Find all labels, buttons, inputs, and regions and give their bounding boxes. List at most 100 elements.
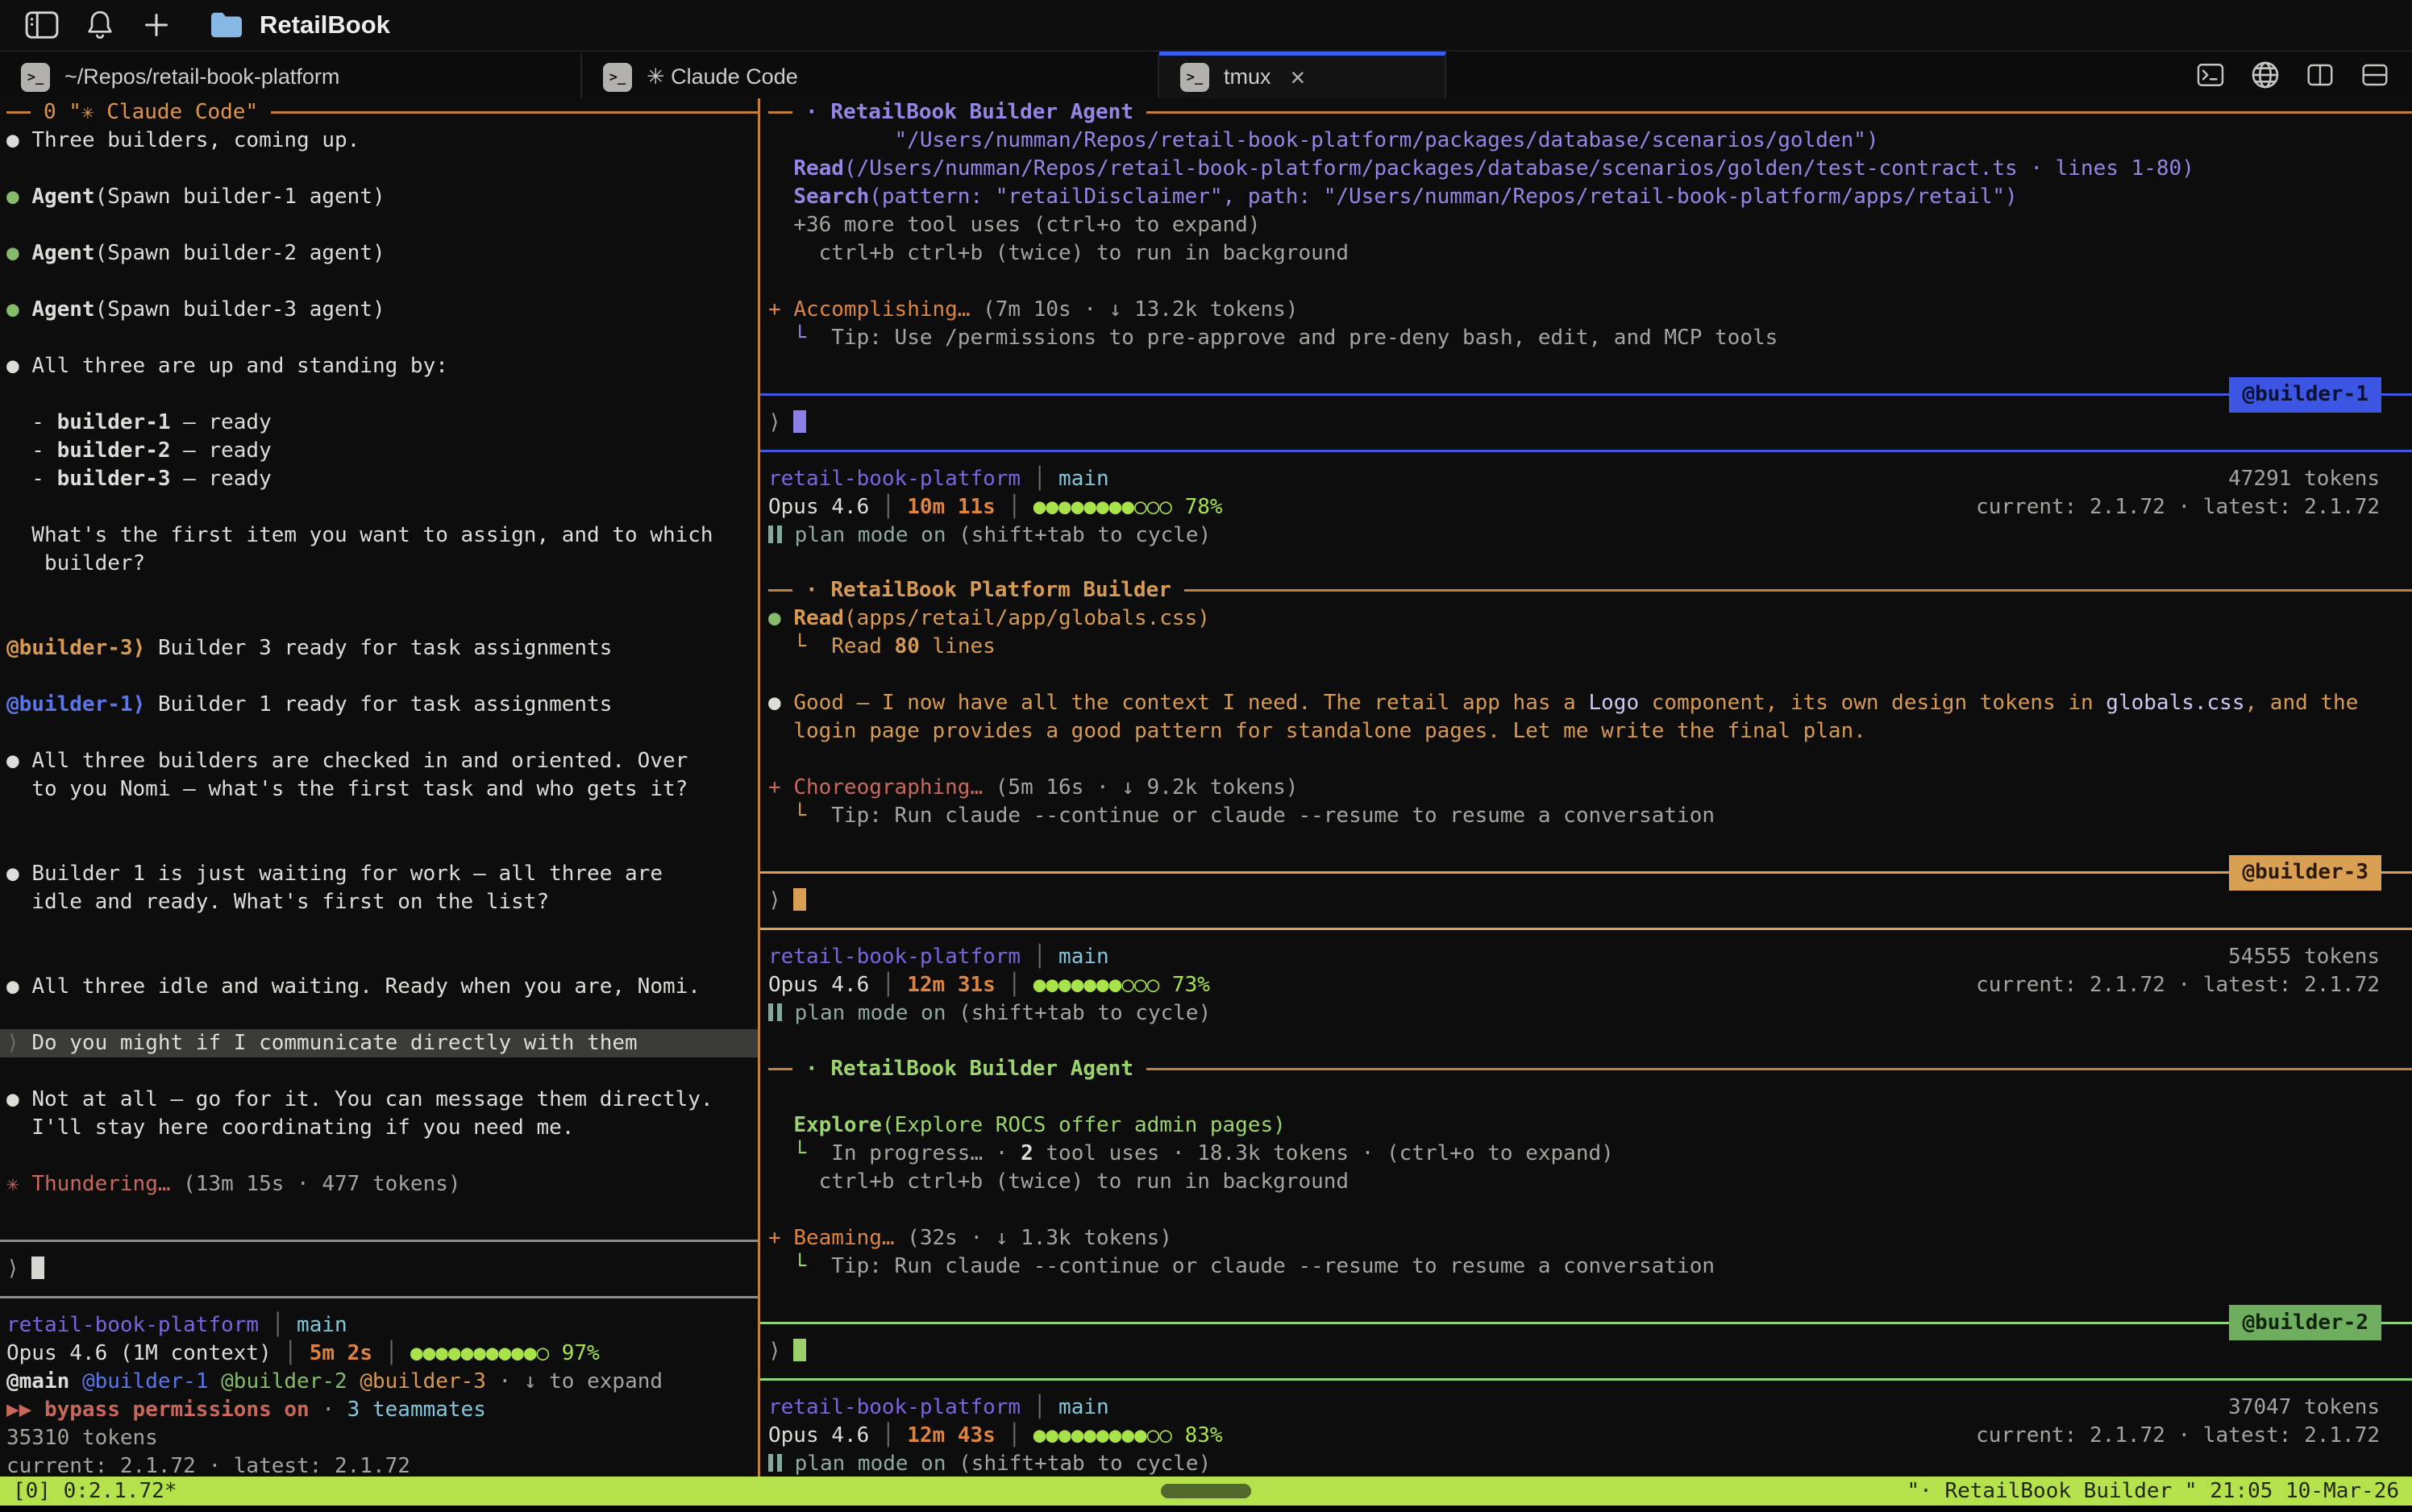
prompt-line[interactable]: ⟩ bbox=[760, 409, 2412, 437]
terminal-line: ✳ Thundering… (13m 15s · 477 tokens) bbox=[0, 1170, 758, 1198]
text-segment: · bbox=[805, 576, 830, 604]
new-terminal-button[interactable] bbox=[2194, 60, 2227, 89]
text-segment: Builder 1 is just waiting for work — all… bbox=[31, 862, 663, 886]
text-segment: ● bbox=[6, 862, 31, 886]
terminal-line: ● Not at all — go for it. You can messag… bbox=[0, 1086, 758, 1114]
text-segment: Builder 1 ready for task assignments bbox=[145, 692, 612, 717]
text-segment: + bbox=[768, 297, 793, 322]
tmux-statusbar: [0] 0:2.1.72* "· RetailBook Builder " 21… bbox=[0, 1477, 2412, 1506]
text-segment: ● bbox=[6, 241, 31, 265]
text-segment: current: 2.1.72 · latest: 2.1.72 bbox=[1976, 1423, 2380, 1448]
terminal-line: ● Builder 1 is just waiting for work — a… bbox=[0, 860, 758, 888]
text-segment: @builder-3 bbox=[6, 636, 133, 660]
blank-line bbox=[0, 1142, 758, 1170]
cursor-block bbox=[793, 888, 806, 911]
split-horizontal-button[interactable] bbox=[2359, 60, 2391, 89]
tab-claude-code[interactable]: >_ ✳ Claude Code bbox=[582, 52, 1159, 98]
status-line: Opus 4.6 │ 10m 11s │ ●●●●●●●●○○○ 78%curr… bbox=[760, 493, 2412, 521]
text-segment: (shift+tab to cycle) bbox=[946, 1001, 1212, 1025]
notifications-button[interactable] bbox=[84, 8, 116, 42]
web-browser-button[interactable] bbox=[2249, 59, 2281, 91]
text-segment: I'll stay here coordinating if you need … bbox=[6, 1115, 574, 1140]
screen-edge bbox=[0, 1506, 2412, 1512]
builder-badge: @builder-1 bbox=[2229, 377, 2381, 413]
tab-repo-shell[interactable]: >_ ~/Repos/retail-book-platform bbox=[0, 52, 582, 98]
sidebar-toggle-button[interactable] bbox=[24, 10, 60, 39]
text-segment: @builder-3 bbox=[360, 1369, 486, 1394]
separator-line bbox=[760, 393, 2229, 396]
text-segment: Choreographing… bbox=[793, 775, 983, 800]
text-segment: │ bbox=[996, 495, 1033, 519]
terminal-line: + Choreographing… (5m 16s · ↓ 9.2k token… bbox=[760, 774, 2412, 802]
text-segment: Agent bbox=[31, 185, 94, 209]
separator-line bbox=[0, 1240, 758, 1242]
text-segment: Beaming… bbox=[793, 1226, 894, 1250]
terminal-line: ● Agent(Spawn builder-1 agent) bbox=[0, 183, 758, 211]
text-segment: "/Users/numman/Repos/retail-book-platfor… bbox=[768, 128, 1879, 152]
terminal-line: Explore(Explore ROCS offer admin pages) bbox=[760, 1111, 2412, 1140]
text-segment: 2 bbox=[1021, 1141, 1033, 1165]
blank-line bbox=[760, 352, 2412, 380]
text-segment: (shift+tab to cycle) bbox=[946, 1452, 1212, 1476]
cursor-block bbox=[793, 1339, 806, 1361]
text-segment: Agent bbox=[31, 241, 94, 265]
terminal-line: @builder-1⟩ Builder 1 ready for task ass… bbox=[0, 691, 758, 719]
text-segment: · bbox=[310, 1398, 347, 1422]
text-segment: retail-book-platform bbox=[768, 467, 1021, 491]
separator-line bbox=[760, 1322, 2229, 1324]
text-segment: Opus 4.6 bbox=[768, 1423, 869, 1448]
text-segment: +36 more tool uses (ctrl+o to expand) bbox=[768, 213, 1260, 237]
text-segment: 10m 11s bbox=[907, 495, 996, 519]
separator-line bbox=[2381, 1322, 2412, 1324]
tabbar-spacer bbox=[1446, 52, 2194, 98]
tabbar-actions bbox=[2194, 52, 2412, 98]
border-line bbox=[1146, 1068, 2412, 1070]
status-line: retail-book-platform │ main37047 tokens bbox=[760, 1394, 2412, 1422]
text-segment: · bbox=[805, 1055, 830, 1083]
tmux-pane-builder-3[interactable]: · RetailBook Platform Builder● Read(apps… bbox=[760, 576, 2412, 1054]
status-left: Opus 4.6 │ 12m 31s │ ●●●●●●●○○○ 73% bbox=[768, 971, 1210, 999]
text-segment: (5m 16s · ↓ 9.2k tokens) bbox=[983, 775, 1298, 800]
tmux-pane-builder-2[interactable]: · RetailBook Builder Agent Explore(Explo… bbox=[760, 1055, 2412, 1477]
text-segment: @builder-1 bbox=[82, 1369, 209, 1394]
text-segment: , and the bbox=[2244, 691, 2358, 715]
terminal-line: plan mode on (shift+tab to cycle) bbox=[760, 999, 2412, 1028]
prompt-line[interactable]: ⟩ bbox=[0, 1255, 758, 1283]
tab-label: ✳ Claude Code bbox=[647, 64, 798, 89]
prompt-chevron-icon: ⟩ bbox=[768, 410, 793, 434]
terminal-tab-icon: >_ bbox=[21, 63, 50, 92]
text-segment: (Spawn builder-1 agent) bbox=[95, 185, 385, 209]
terminal-line: @builder-3⟩ Builder 3 ready for task ass… bbox=[0, 634, 758, 663]
status-left: Opus 4.6 (1M context) │ 5m 2s │ ●●●●●●●●… bbox=[6, 1340, 600, 1368]
blank-line bbox=[0, 916, 758, 945]
tab-tmux[interactable]: >_ tmux × bbox=[1159, 52, 1446, 98]
text-segment: retail-book-platform bbox=[768, 1395, 1021, 1419]
text-segment: Good — I now have all the context I need… bbox=[793, 691, 1588, 715]
blank-line bbox=[760, 550, 2412, 576]
new-tab-button[interactable] bbox=[140, 9, 173, 41]
text-segment: plan mode on bbox=[782, 523, 946, 547]
sidebar-icon bbox=[24, 10, 60, 39]
split-vertical-button[interactable] bbox=[2304, 60, 2336, 89]
text-segment: retail-book-platform bbox=[6, 1313, 259, 1337]
terminal-line: ● Three builders, coming up. bbox=[0, 127, 758, 155]
text-segment: main bbox=[297, 1313, 347, 1337]
text-segment: 37047 tokens bbox=[2228, 1395, 2380, 1419]
blank-line bbox=[0, 663, 758, 691]
close-tab-icon[interactable]: × bbox=[1291, 64, 1306, 90]
tmux-pane-claude-main[interactable]: 0 "✳ Claude Code"● Three builders, comin… bbox=[0, 98, 758, 1477]
pane-separator: @builder-2 bbox=[760, 1309, 2412, 1337]
prompt-line[interactable]: ⟩ bbox=[760, 1337, 2412, 1365]
border-line bbox=[6, 111, 31, 114]
text-segment: │ bbox=[372, 1341, 410, 1365]
text-segment: └ bbox=[768, 1141, 819, 1165]
text-segment: └ bbox=[768, 1254, 819, 1278]
home-indicator[interactable] bbox=[1161, 1484, 1251, 1498]
text-segment: builder-2 bbox=[57, 438, 171, 463]
user-input-line[interactable]: ⟩ Do you might if I communicate directly… bbox=[0, 1029, 758, 1057]
text-segment: ●●●●●●●●●●○ 97% bbox=[410, 1341, 600, 1365]
text-segment: plan mode on bbox=[782, 1452, 946, 1476]
prompt-line[interactable]: ⟩ bbox=[760, 887, 2412, 915]
tmux-pane-builder-1[interactable]: · RetailBook Builder Agent "/Users/numma… bbox=[760, 98, 2412, 576]
text-segment bbox=[208, 1369, 221, 1394]
